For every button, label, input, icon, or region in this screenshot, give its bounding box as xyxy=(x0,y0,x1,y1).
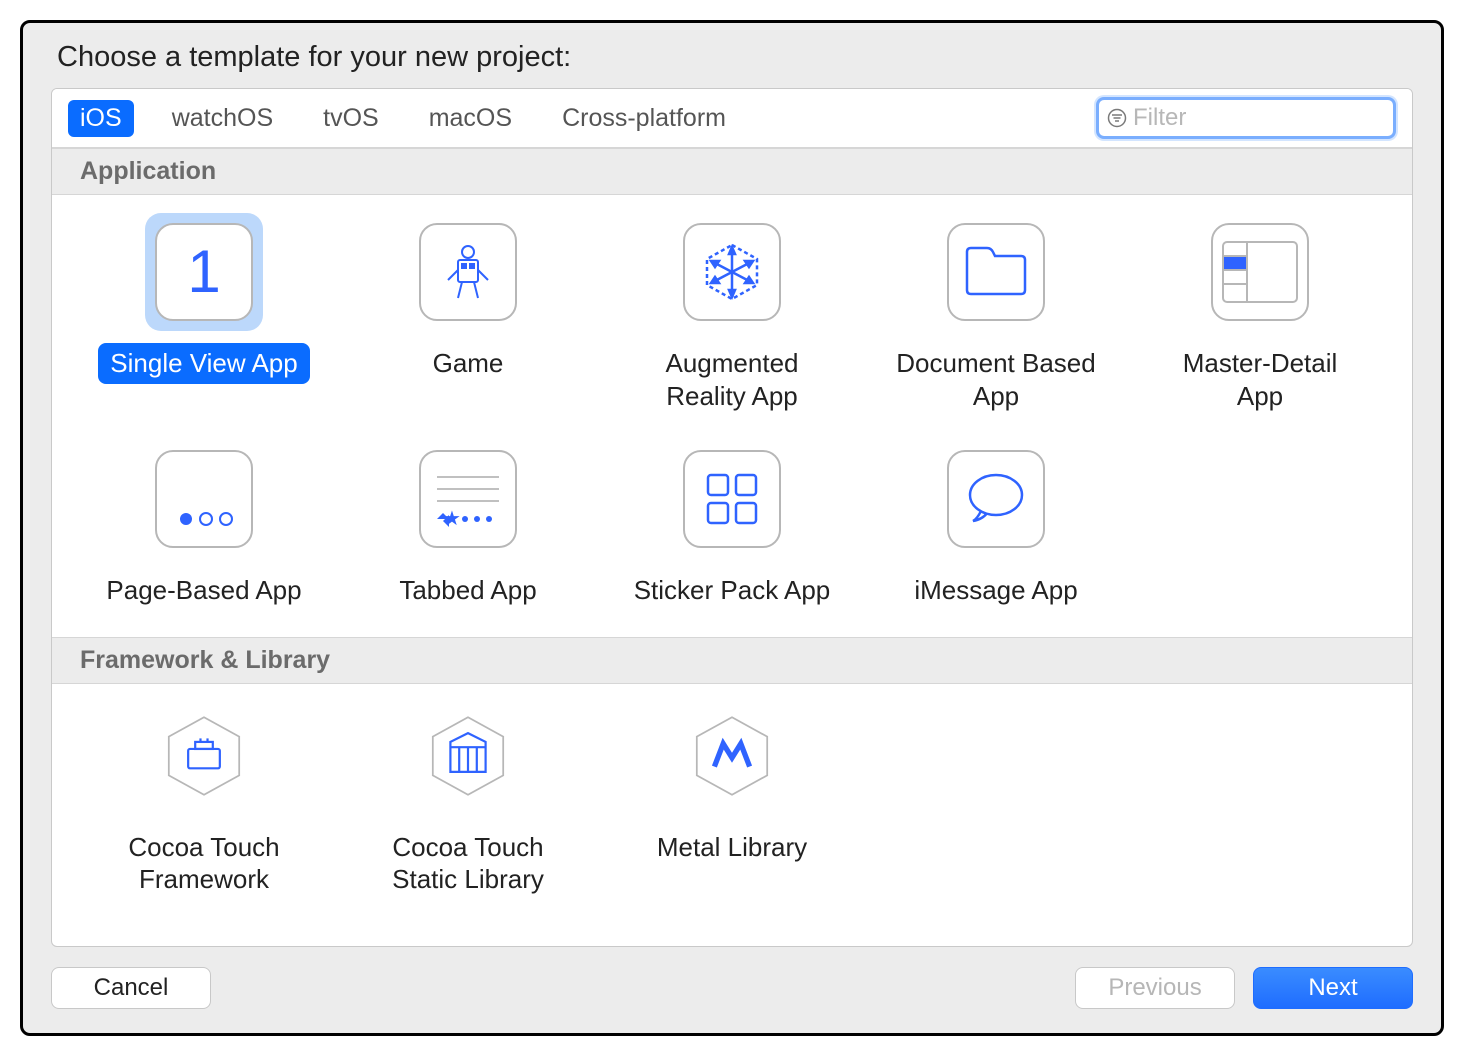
tab-cross-platform[interactable]: Cross-platform xyxy=(550,100,738,137)
dialog-heading: Choose a template for your new project: xyxy=(57,41,1413,74)
template-imessage-app[interactable]: iMessage App xyxy=(864,440,1128,611)
template-tabbed-app[interactable]: ★ Tabbed App xyxy=(336,440,600,611)
template-game[interactable]: Game xyxy=(336,213,600,416)
svg-text:1: 1 xyxy=(187,238,220,305)
platform-tabbar: iOS watchOS tvOS macOS Cross-platform xyxy=(52,89,1412,148)
template-document-based-app[interactable]: Document Based App xyxy=(864,213,1128,416)
document-icon xyxy=(947,223,1045,321)
single-view-icon: 1 xyxy=(155,223,253,321)
new-project-dialog: Choose a template for your new project: … xyxy=(20,20,1444,1036)
section-header-framework: Framework & Library xyxy=(52,637,1412,684)
framework-icon xyxy=(160,712,248,800)
template-page-based-app[interactable]: Page-Based App xyxy=(72,440,336,611)
template-augmented-reality-app[interactable]: Augmented Reality App xyxy=(600,213,864,416)
template-label: Document Based App xyxy=(881,343,1111,416)
game-icon xyxy=(419,223,517,321)
sticker-icon xyxy=(683,450,781,548)
master-detail-icon xyxy=(1211,223,1309,321)
next-button[interactable]: Next xyxy=(1253,967,1413,1009)
template-metal-library[interactable]: Metal Library xyxy=(600,702,864,900)
static-library-icon xyxy=(424,712,512,800)
template-sticker-pack-app[interactable]: Sticker Pack App xyxy=(600,440,864,611)
page-based-icon xyxy=(155,450,253,548)
tab-macos[interactable]: macOS xyxy=(417,100,524,137)
tab-ios[interactable]: iOS xyxy=(68,100,134,137)
template-master-detail-app[interactable]: Master-Detail App xyxy=(1128,213,1392,416)
template-label: Master-Detail App xyxy=(1145,343,1375,416)
template-panel: iOS watchOS tvOS macOS Cross-platform Ap… xyxy=(51,88,1413,947)
template-label: iMessage App xyxy=(902,570,1089,611)
tabbed-icon: ★ xyxy=(419,450,517,548)
template-label: Cocoa Touch Static Library xyxy=(353,827,583,900)
imessage-icon xyxy=(947,450,1045,548)
template-label: Cocoa Touch Framework xyxy=(89,827,319,900)
template-label: Augmented Reality App xyxy=(617,343,847,416)
filter-icon xyxy=(1107,107,1127,129)
svg-text:★: ★ xyxy=(443,508,461,530)
cancel-button[interactable]: Cancel xyxy=(51,967,211,1009)
filter-input[interactable] xyxy=(1133,104,1385,132)
tab-watchos[interactable]: watchOS xyxy=(160,100,285,137)
dialog-footer: Cancel Previous Next xyxy=(51,947,1413,1009)
ar-icon xyxy=(683,223,781,321)
template-cocoa-touch-static-library[interactable]: Cocoa Touch Static Library xyxy=(336,702,600,900)
tab-tvos[interactable]: tvOS xyxy=(311,100,391,137)
template-cocoa-touch-framework[interactable]: Cocoa Touch Framework xyxy=(72,702,336,900)
template-label: Single View App xyxy=(98,343,309,384)
framework-grid: Cocoa Touch Framework Cocoa Touch Static… xyxy=(52,684,1412,926)
template-single-view-app[interactable]: 1 Single View App xyxy=(72,213,336,416)
template-label: Game xyxy=(421,343,516,384)
previous-button[interactable]: Previous xyxy=(1075,967,1235,1009)
section-header-application: Application xyxy=(52,148,1412,195)
template-label: Sticker Pack App xyxy=(622,570,843,611)
template-label: Tabbed App xyxy=(387,570,548,611)
filter-field-wrap[interactable] xyxy=(1096,97,1396,139)
template-label: Page-Based App xyxy=(94,570,313,611)
template-label: Metal Library xyxy=(645,827,819,868)
application-grid: 1 Single View App Game Augmented Reality… xyxy=(52,195,1412,637)
metal-icon xyxy=(688,712,776,800)
